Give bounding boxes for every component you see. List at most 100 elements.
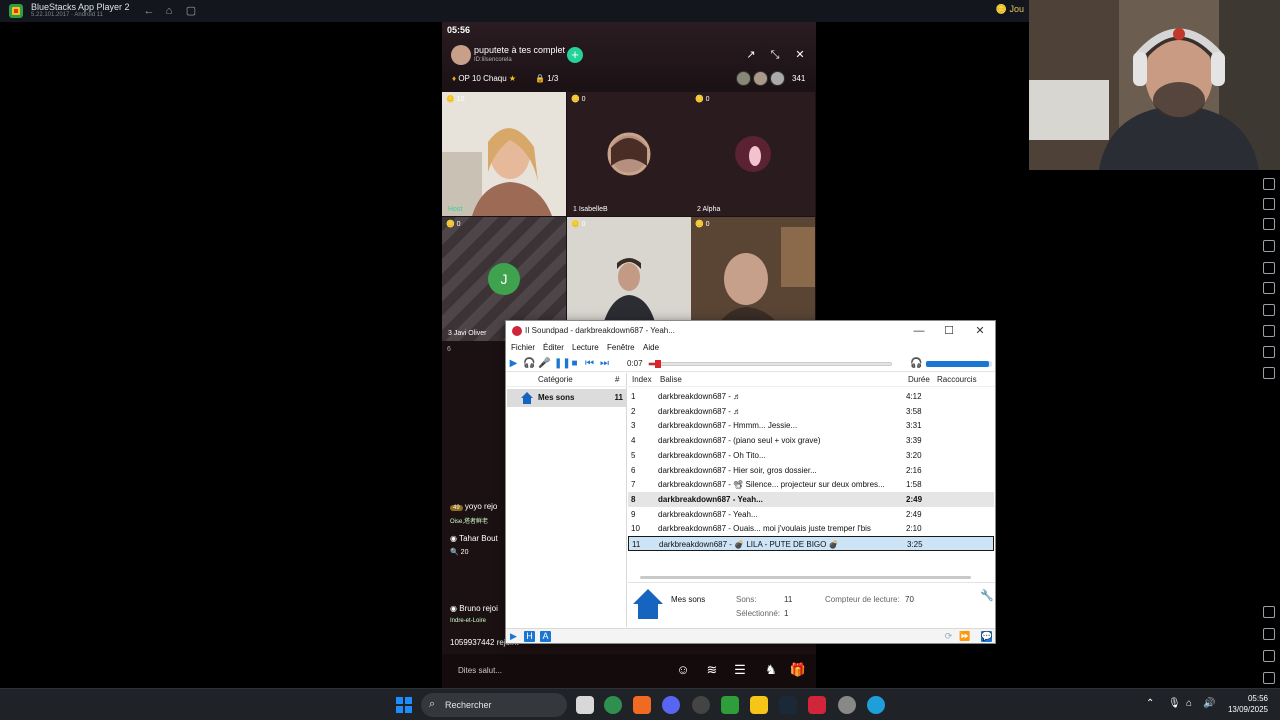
top-ranking-ticker[interactable]: ♦ OP 10 Chaqu ★ xyxy=(452,74,516,83)
play-microphone-icon[interactable]: 🎤 xyxy=(538,358,550,369)
volume-icon[interactable]: 🔊 xyxy=(1203,698,1215,709)
recents-side-icon[interactable] xyxy=(1263,672,1275,684)
share-icon[interactable]: ↗ xyxy=(744,48,758,62)
games-icon[interactable]: ♞ xyxy=(762,661,780,679)
viewer-avatar[interactable] xyxy=(753,71,768,86)
previous-icon[interactable]: ⏮ xyxy=(584,358,595,369)
close-button[interactable]: ✕ xyxy=(969,323,991,339)
next-icon[interactable]: ⏭ xyxy=(599,358,610,369)
shortcuts-column[interactable]: Raccourcis xyxy=(937,375,977,384)
sound-row[interactable]: 1 darkbreakdown687 - ♬ 4:12 xyxy=(628,389,994,404)
obs-icon[interactable] xyxy=(692,696,710,714)
count-column[interactable]: # xyxy=(615,375,619,384)
menu-editer[interactable]: Éditer xyxy=(543,343,564,352)
category-column[interactable]: Catégorie xyxy=(538,375,573,384)
network-icon[interactable]: ⌂ xyxy=(1186,698,1192,709)
recent-apps-icon[interactable]: ▢ xyxy=(184,4,198,18)
install-apk-icon[interactable] xyxy=(1263,262,1275,274)
sound-row[interactable]: 3 darkbreakdown687 - Hmmm... Jessie... 3:3… xyxy=(628,418,994,433)
viewer-count[interactable]: 341 xyxy=(792,74,805,83)
brave-icon[interactable] xyxy=(633,696,651,714)
follow-plus-button[interactable]: + xyxy=(567,47,583,63)
chrome-icon[interactable] xyxy=(604,696,622,714)
soundpad-title-bar[interactable]: II Soundpad - darkbreakdown687 - Yeah...… xyxy=(506,321,995,341)
comment-input[interactable]: Dites salut... xyxy=(458,666,502,675)
sound-row[interactable]: 10 darkbreakdown687 - Ouais... moi j'voul… xyxy=(628,521,994,536)
seek-thumb[interactable] xyxy=(655,360,662,368)
taskbar-search[interactable]: ⌕ Rechercher xyxy=(421,693,567,717)
home-icon[interactable]: ⌂ xyxy=(162,4,176,18)
minimize-icon[interactable]: ⤡ xyxy=(768,48,782,62)
media-icon[interactable] xyxy=(1263,240,1275,252)
tag-column[interactable]: Balise xyxy=(660,375,682,384)
stop-icon[interactable]: ■ xyxy=(569,358,580,369)
sound-row[interactable]: 11 darkbreakdown687 - 💣 LILA - PUTE DE BI… xyxy=(628,536,994,551)
seat-tile-host[interactable]: 🪙 10 Host xyxy=(442,92,566,216)
gamepad-icon[interactable] xyxy=(1263,198,1275,210)
start-button[interactable] xyxy=(396,697,412,713)
sound-row[interactable]: 5 darkbreakdown687 - Oh Tito... 3:20 xyxy=(628,448,994,463)
seat-tile-1[interactable]: 🪙 0 1 IsabelleB xyxy=(567,92,691,216)
gift-icon[interactable]: 🎁 xyxy=(789,661,807,679)
sound-row[interactable]: 6 darkbreakdown687 - Hier soir, gros doss… xyxy=(628,463,994,478)
tray-chevron-icon[interactable]: ⌃ xyxy=(1146,698,1154,709)
auto-icon[interactable]: A xyxy=(540,631,551,642)
duration-column[interactable]: Durée xyxy=(908,375,930,384)
keyboard-icon[interactable] xyxy=(1263,178,1275,190)
minimize-button[interactable]: — xyxy=(908,323,930,339)
sound-row[interactable]: 9 darkbreakdown687 - Yeah... 2:49 xyxy=(628,507,994,522)
menu-aide[interactable]: Aide xyxy=(643,343,659,352)
play-headphones-icon[interactable]: 🎧 xyxy=(523,358,535,369)
sound-row[interactable]: 7 darkbreakdown687 - 📽 Silence... project… xyxy=(628,477,994,492)
back-icon[interactable]: ← xyxy=(142,4,156,18)
back-side-icon[interactable] xyxy=(1263,628,1275,640)
steam-icon[interactable] xyxy=(779,696,797,714)
index-column[interactable]: Index xyxy=(632,375,652,384)
sound-row[interactable]: 8 darkbreakdown687 - Yeah... 2:49 xyxy=(628,491,994,507)
menu-lecture[interactable]: Lecture xyxy=(572,343,599,352)
room-avatar[interactable] xyxy=(451,45,471,65)
folder-icon[interactable] xyxy=(1263,282,1275,294)
seat-tile-2[interactable]: 🪙 0 2 Alpha xyxy=(691,92,815,216)
seek-bar[interactable] xyxy=(648,360,892,368)
location-icon[interactable] xyxy=(1263,325,1275,337)
settings-task-icon[interactable] xyxy=(838,696,856,714)
bluestacks-multi-icon[interactable] xyxy=(750,696,768,714)
home-side-icon[interactable] xyxy=(1263,650,1275,662)
category-row[interactable]: Mes sons 11 xyxy=(507,389,626,407)
edge-icon[interactable] xyxy=(867,696,885,714)
close-icon[interactable]: ✕ xyxy=(793,48,807,62)
viewer-avatar[interactable] xyxy=(736,71,751,86)
microphone-tray-icon[interactable]: 🎙 xyxy=(1168,698,1181,709)
macro-icon[interactable] xyxy=(1263,304,1275,316)
soundpad-task-icon[interactable] xyxy=(808,696,826,714)
discord-icon[interactable] xyxy=(662,696,680,714)
maximize-button[interactable]: ☐ xyxy=(938,323,960,339)
audio-icon[interactable]: ≋ xyxy=(703,661,721,679)
sound-row[interactable]: 2 darkbreakdown687 - ♬ 3:58 xyxy=(628,404,994,419)
menu-icon[interactable]: ☰ xyxy=(731,661,749,679)
sound-row[interactable]: 4 darkbreakdown687 - (piano seul + voix g… xyxy=(628,433,994,448)
emoji-icon[interactable]: ☺ xyxy=(674,661,692,679)
bluestacks-play-label[interactable]: 🪙 Jou xyxy=(996,4,1024,15)
menu-fenetre[interactable]: Fenêtre xyxy=(607,343,635,352)
horizontal-scrollbar[interactable] xyxy=(640,576,971,579)
menu-fichier[interactable]: Fichier xyxy=(511,343,535,352)
headphones-volume-icon[interactable]: 🎧 xyxy=(910,358,922,369)
sync-icon[interactable] xyxy=(1263,367,1275,379)
bluestacks-task-icon[interactable] xyxy=(721,696,739,714)
layers-icon[interactable] xyxy=(1263,346,1275,358)
repeat-icon[interactable]: ⟳ xyxy=(943,631,954,642)
hotkeys-icon[interactable]: H xyxy=(524,631,535,642)
clock-date[interactable]: 13/09/2025 xyxy=(1222,705,1268,714)
volume-slider[interactable] xyxy=(926,361,992,367)
viewer-avatar[interactable] xyxy=(770,71,785,86)
skip-icon[interactable]: ⏩ xyxy=(959,631,970,642)
chat-icon[interactable]: 💬 xyxy=(981,631,992,642)
screenshot-icon[interactable] xyxy=(1263,218,1275,230)
wrench-icon[interactable]: 🔧 xyxy=(980,589,994,602)
play-icon[interactable]: ▶ xyxy=(508,358,519,369)
task-view-icon[interactable] xyxy=(576,696,594,714)
pause-icon[interactable]: ❚❚ xyxy=(554,358,571,369)
clock-time[interactable]: 05:56 xyxy=(1228,694,1268,703)
